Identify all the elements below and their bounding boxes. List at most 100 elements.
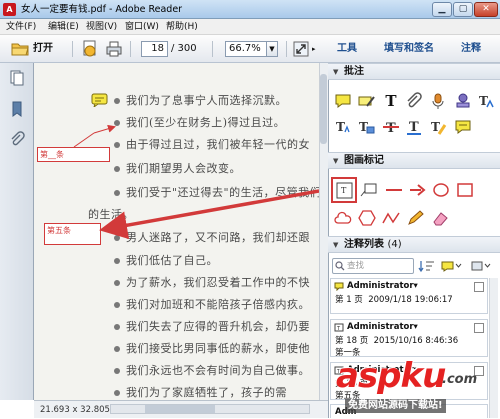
annotation-textbox[interactable]: 第五条 xyxy=(44,223,101,245)
menu-edit[interactable]: 编辑(E) xyxy=(48,19,79,35)
comment-checkbox[interactable] xyxy=(474,323,484,333)
note-comment-icon xyxy=(334,282,344,291)
minimize-button[interactable]: ▁ xyxy=(432,2,452,17)
svg-text:T: T xyxy=(341,186,347,195)
sticky-note-tool-icon[interactable] xyxy=(333,92,353,110)
annotations-section-header[interactable]: ▼ 批注 xyxy=(328,63,500,80)
highlight-pen-icon[interactable]: T xyxy=(428,118,448,136)
doc-line: 我们对加班和不能陪孩子倍感内疚。 xyxy=(114,295,310,315)
page-thumbnails-icon[interactable] xyxy=(9,70,25,86)
collapse-chevron-icon: ▼ xyxy=(333,68,339,76)
underline-text-icon[interactable]: T xyxy=(404,118,424,136)
comment-list-scrollbar[interactable] xyxy=(489,278,498,418)
collapse-chevron-icon: ▼ xyxy=(333,241,339,249)
comment-options-icon[interactable] xyxy=(470,259,492,273)
filter-comments-icon[interactable] xyxy=(440,259,462,273)
zoom-dropdown-button[interactable]: ▼ xyxy=(267,41,278,57)
insert-text-icon[interactable]: T xyxy=(476,92,496,110)
connected-lines-icon[interactable] xyxy=(381,209,401,227)
callout-arrow-line xyxy=(73,132,95,148)
comment-button[interactable]: 注释 xyxy=(461,35,481,63)
toolbar-divider xyxy=(286,41,287,57)
page-number-input[interactable]: 18 xyxy=(141,41,168,57)
open-button[interactable]: 打开 xyxy=(33,35,53,63)
comment-list-section-title: 注释列表 (4) xyxy=(344,239,402,250)
more-tools-chevron-icon[interactable]: ▸ xyxy=(312,35,316,63)
annotation-textbox-label: 第五条 xyxy=(47,226,71,235)
search-icon xyxy=(335,261,345,271)
attachments-paperclip-icon[interactable] xyxy=(9,131,25,147)
add-stamp-icon[interactable] xyxy=(453,92,473,110)
bookmarks-icon[interactable] xyxy=(9,101,25,117)
menu-view[interactable]: 视图(V) xyxy=(86,19,117,35)
comment-count: (4) xyxy=(387,239,402,250)
comment-meta: 第 1 页 2009/1/18 19:06:17 xyxy=(335,295,453,305)
comment-author[interactable]: Administrator▾ xyxy=(347,281,418,291)
doc-line: 我们低估了自己。 xyxy=(114,251,218,271)
add-text-icon[interactable]: T xyxy=(381,92,401,110)
watermark-tagline: 免费网站源码下载站! xyxy=(345,399,446,413)
record-audio-icon[interactable] xyxy=(428,92,448,110)
rectangle-tool-icon[interactable] xyxy=(455,181,475,199)
collapse-chevron-icon: ▼ xyxy=(333,157,339,165)
oval-tool-icon[interactable] xyxy=(431,181,451,199)
print-icon[interactable] xyxy=(104,40,124,58)
page-total: / 300 xyxy=(171,43,197,54)
arrow-tool-icon[interactable] xyxy=(408,181,428,199)
toolbar-divider xyxy=(72,41,73,57)
callout-icon[interactable] xyxy=(359,181,379,199)
svg-text:T: T xyxy=(336,120,345,134)
menu-help[interactable]: 帮助(H) xyxy=(166,19,198,35)
vertical-scroll-thumb[interactable] xyxy=(320,74,327,144)
comment-card[interactable]: Administrator▾ 第 1 页 2009/1/18 19:06:17 xyxy=(330,278,488,314)
adobe-reader-icon: A xyxy=(3,3,16,16)
line-tool-icon[interactable] xyxy=(384,181,404,199)
comment-checkbox[interactable] xyxy=(474,282,484,292)
horizontal-scroll-thumb[interactable] xyxy=(145,405,215,413)
textbox-tool-selected[interactable]: T xyxy=(331,177,357,203)
close-button[interactable]: ✕ xyxy=(474,2,498,17)
textbox-icon: T xyxy=(336,182,353,199)
folder-open-icon[interactable] xyxy=(11,40,29,58)
document-view[interactable]: 我们为了息事宁人而选择沉默。 我们(至少在财务上)得过且过。 由于得过且过，我们… xyxy=(34,63,319,400)
toolbar-divider xyxy=(130,41,131,57)
textbox-comment-icon: T xyxy=(334,323,344,332)
sticky-note-icon[interactable] xyxy=(91,93,108,107)
add-note-to-text-icon[interactable] xyxy=(453,118,473,136)
doc-line: 我们(至少在财务上)得过且过。 xyxy=(114,113,285,133)
watermark-domain-suffix: .com xyxy=(442,372,478,387)
highlight-text-icon[interactable] xyxy=(356,92,376,110)
annotation-textbox[interactable]: 第__条 xyxy=(37,147,110,162)
tools-button[interactable]: 工具 xyxy=(337,35,357,63)
attach-file-icon[interactable] xyxy=(404,92,424,110)
doc-line: 我们为了家庭牺牲了，孩子的需 xyxy=(114,383,287,400)
strikethrough-text-icon[interactable]: T xyxy=(381,118,401,136)
pencil-tool-icon[interactable] xyxy=(406,209,426,227)
drawing-markups-section-header[interactable]: ▼ 图画标记 xyxy=(328,152,500,169)
eraser-tool-icon[interactable] xyxy=(430,209,450,227)
cloud-tool-icon[interactable] xyxy=(333,209,353,227)
comment-card[interactable]: T Administrator▾ 第 18 页 2015/10/16 8:46:… xyxy=(330,319,488,358)
doc-line: 的生活。 xyxy=(88,208,134,221)
replace-text-icon[interactable]: T xyxy=(356,118,376,136)
maximize-button[interactable]: ▢ xyxy=(453,2,473,17)
fit-page-icon[interactable] xyxy=(292,40,310,58)
comment-author[interactable]: Administrator▾ xyxy=(347,322,418,332)
polygon-tool-icon[interactable] xyxy=(357,209,377,227)
window-title: 女人一定要有钱.pdf - Adobe Reader xyxy=(21,4,183,15)
comment-list-section-header[interactable]: ▼ 注释列表 (4) xyxy=(328,236,500,253)
doc-line: 我们接受比男同事低的薪水，即使他 xyxy=(114,339,310,359)
doc-line: 我们为了息事宁人而选择沉默。 xyxy=(114,91,287,111)
menu-file[interactable]: 文件(F) xyxy=(6,19,36,35)
drawing-markups-section-title: 图画标记 xyxy=(344,155,384,166)
doc-line: 我们失去了应得的晋升机会，却仍要 xyxy=(114,317,310,337)
create-pdf-icon[interactable] xyxy=(80,40,100,58)
sort-comments-icon[interactable] xyxy=(418,259,436,273)
insert-text-at-cursor-icon[interactable]: T xyxy=(333,118,353,136)
menu-window[interactable]: 窗口(W) xyxy=(125,19,159,35)
doc-line: 由于得过且过，我们被年轻一代的女 xyxy=(114,135,310,155)
fill-and-sign-button[interactable]: 填写和签名 xyxy=(384,35,434,63)
annotations-section-title: 批注 xyxy=(344,66,364,77)
doc-line: 我们期望男人会改变。 xyxy=(114,159,241,179)
zoom-input[interactable]: 66.7% xyxy=(225,41,267,57)
